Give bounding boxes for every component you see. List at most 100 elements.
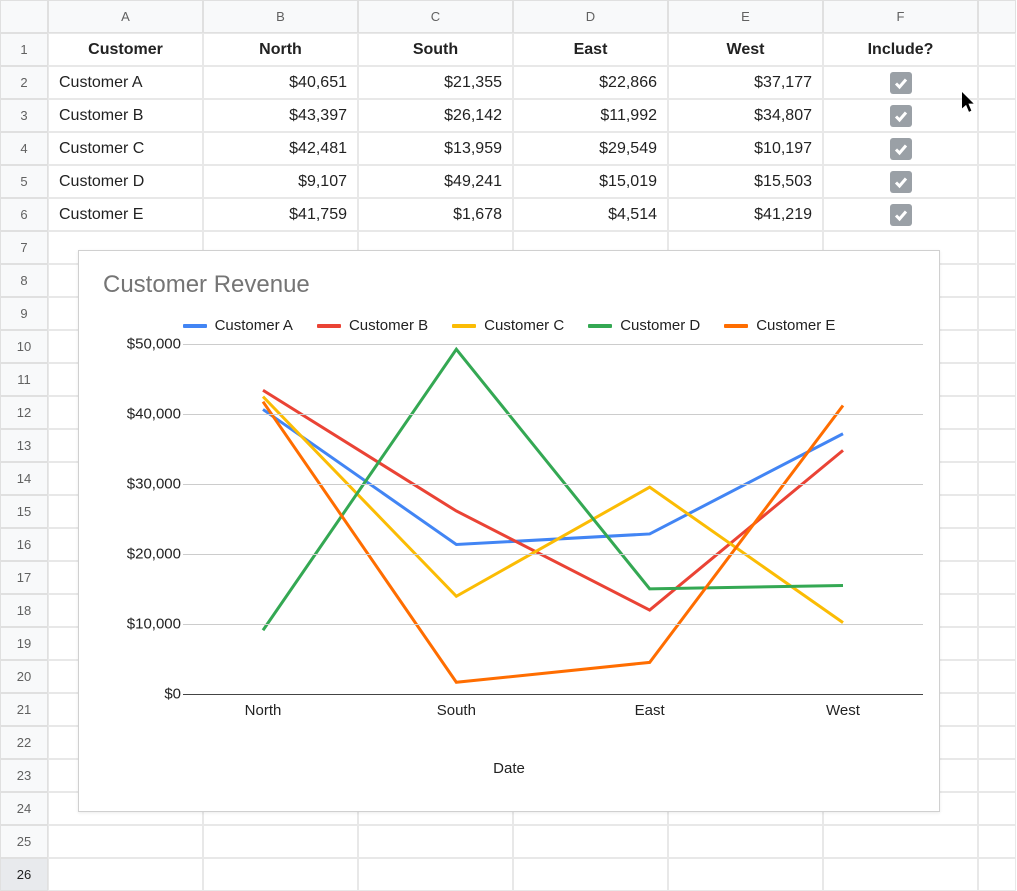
cell-C4[interactable]: $13,959 — [358, 132, 513, 165]
cell-extra-8[interactable] — [978, 264, 1016, 297]
cell-B4[interactable]: $42,481 — [203, 132, 358, 165]
cell-B25[interactable] — [203, 825, 358, 858]
row-header-1[interactable]: 1 — [0, 33, 48, 66]
cell-extra-17[interactable] — [978, 561, 1016, 594]
row-header-3[interactable]: 3 — [0, 99, 48, 132]
checkbox-icon[interactable] — [890, 138, 912, 160]
row-header-20[interactable]: 20 — [0, 660, 48, 693]
cell-C25[interactable] — [358, 825, 513, 858]
cell-extra-6[interactable] — [978, 198, 1016, 231]
cell-extra-15[interactable] — [978, 495, 1016, 528]
cell-F26[interactable] — [823, 858, 978, 891]
col-header-E[interactable]: E — [668, 0, 823, 33]
cell-extra-10[interactable] — [978, 330, 1016, 363]
cell-extra-9[interactable] — [978, 297, 1016, 330]
cell-D26[interactable] — [513, 858, 668, 891]
row-header-5[interactable]: 5 — [0, 165, 48, 198]
cell-D25[interactable] — [513, 825, 668, 858]
cell-B5[interactable]: $9,107 — [203, 165, 358, 198]
cell-extra-20[interactable] — [978, 660, 1016, 693]
row-header-16[interactable]: 16 — [0, 528, 48, 561]
cell-extra-13[interactable] — [978, 429, 1016, 462]
cell-C2[interactable]: $21,355 — [358, 66, 513, 99]
cell-F3[interactable] — [823, 99, 978, 132]
row-header-8[interactable]: 8 — [0, 264, 48, 297]
col-header-extra[interactable] — [978, 0, 1016, 33]
row-header-11[interactable]: 11 — [0, 363, 48, 396]
row-header-26[interactable]: 26 — [0, 858, 48, 891]
cell-D5[interactable]: $15,019 — [513, 165, 668, 198]
col-header-F[interactable]: F — [823, 0, 978, 33]
cell-extra-7[interactable] — [978, 231, 1016, 264]
cell-A4[interactable]: Customer C — [48, 132, 203, 165]
cell-D2[interactable]: $22,866 — [513, 66, 668, 99]
checkbox-icon[interactable] — [890, 171, 912, 193]
cell-extra-12[interactable] — [978, 396, 1016, 429]
col-header-C[interactable]: C — [358, 0, 513, 33]
col-header-A[interactable]: A — [48, 0, 203, 33]
row-header-2[interactable]: 2 — [0, 66, 48, 99]
cell-D3[interactable]: $11,992 — [513, 99, 668, 132]
cell-F6[interactable] — [823, 198, 978, 231]
cell-E3[interactable]: $34,807 — [668, 99, 823, 132]
row-header-13[interactable]: 13 — [0, 429, 48, 462]
col-header-D[interactable]: D — [513, 0, 668, 33]
row-header-4[interactable]: 4 — [0, 132, 48, 165]
cell-E25[interactable] — [668, 825, 823, 858]
cell-A6[interactable]: Customer E — [48, 198, 203, 231]
checkbox-icon[interactable] — [890, 105, 912, 127]
cell-B1[interactable]: North — [203, 33, 358, 66]
cell-B2[interactable]: $40,651 — [203, 66, 358, 99]
row-header-6[interactable]: 6 — [0, 198, 48, 231]
cell-extra-18[interactable] — [978, 594, 1016, 627]
cell-extra-16[interactable] — [978, 528, 1016, 561]
cell-F25[interactable] — [823, 825, 978, 858]
cell-extra-2[interactable] — [978, 66, 1016, 99]
row-header-21[interactable]: 21 — [0, 693, 48, 726]
cell-extra-4[interactable] — [978, 132, 1016, 165]
row-header-14[interactable]: 14 — [0, 462, 48, 495]
row-header-7[interactable]: 7 — [0, 231, 48, 264]
cell-A1[interactable]: Customer — [48, 33, 203, 66]
cell-E6[interactable]: $41,219 — [668, 198, 823, 231]
row-header-12[interactable]: 12 — [0, 396, 48, 429]
cell-F1[interactable]: Include? — [823, 33, 978, 66]
cell-E5[interactable]: $15,503 — [668, 165, 823, 198]
row-header-19[interactable]: 19 — [0, 627, 48, 660]
cell-extra-14[interactable] — [978, 462, 1016, 495]
cell-E4[interactable]: $10,197 — [668, 132, 823, 165]
checkbox-icon[interactable] — [890, 204, 912, 226]
cell-C5[interactable]: $49,241 — [358, 165, 513, 198]
cell-extra-3[interactable] — [978, 99, 1016, 132]
select-all-corner[interactable] — [0, 0, 48, 33]
row-header-17[interactable]: 17 — [0, 561, 48, 594]
cell-A5[interactable]: Customer D — [48, 165, 203, 198]
cell-C26[interactable] — [358, 858, 513, 891]
cell-extra-23[interactable] — [978, 759, 1016, 792]
row-header-18[interactable]: 18 — [0, 594, 48, 627]
cell-D1[interactable]: East — [513, 33, 668, 66]
cell-extra-21[interactable] — [978, 693, 1016, 726]
cell-A26[interactable] — [48, 858, 203, 891]
cell-extra-11[interactable] — [978, 363, 1016, 396]
cell-extra-19[interactable] — [978, 627, 1016, 660]
row-header-9[interactable]: 9 — [0, 297, 48, 330]
checkbox-icon[interactable] — [890, 72, 912, 94]
cell-extra-24[interactable] — [978, 792, 1016, 825]
row-header-10[interactable]: 10 — [0, 330, 48, 363]
cell-B26[interactable] — [203, 858, 358, 891]
cell-extra-1[interactable] — [978, 33, 1016, 66]
cell-E26[interactable] — [668, 858, 823, 891]
cell-E2[interactable]: $37,177 — [668, 66, 823, 99]
cell-D4[interactable]: $29,549 — [513, 132, 668, 165]
cell-B6[interactable]: $41,759 — [203, 198, 358, 231]
row-header-25[interactable]: 25 — [0, 825, 48, 858]
col-header-B[interactable]: B — [203, 0, 358, 33]
cell-A25[interactable] — [48, 825, 203, 858]
cell-F5[interactable] — [823, 165, 978, 198]
row-header-22[interactable]: 22 — [0, 726, 48, 759]
cell-C1[interactable]: South — [358, 33, 513, 66]
chart[interactable]: Customer Revenue Customer ACustomer BCus… — [78, 250, 940, 812]
cell-extra-5[interactable] — [978, 165, 1016, 198]
cell-A2[interactable]: Customer A — [48, 66, 203, 99]
